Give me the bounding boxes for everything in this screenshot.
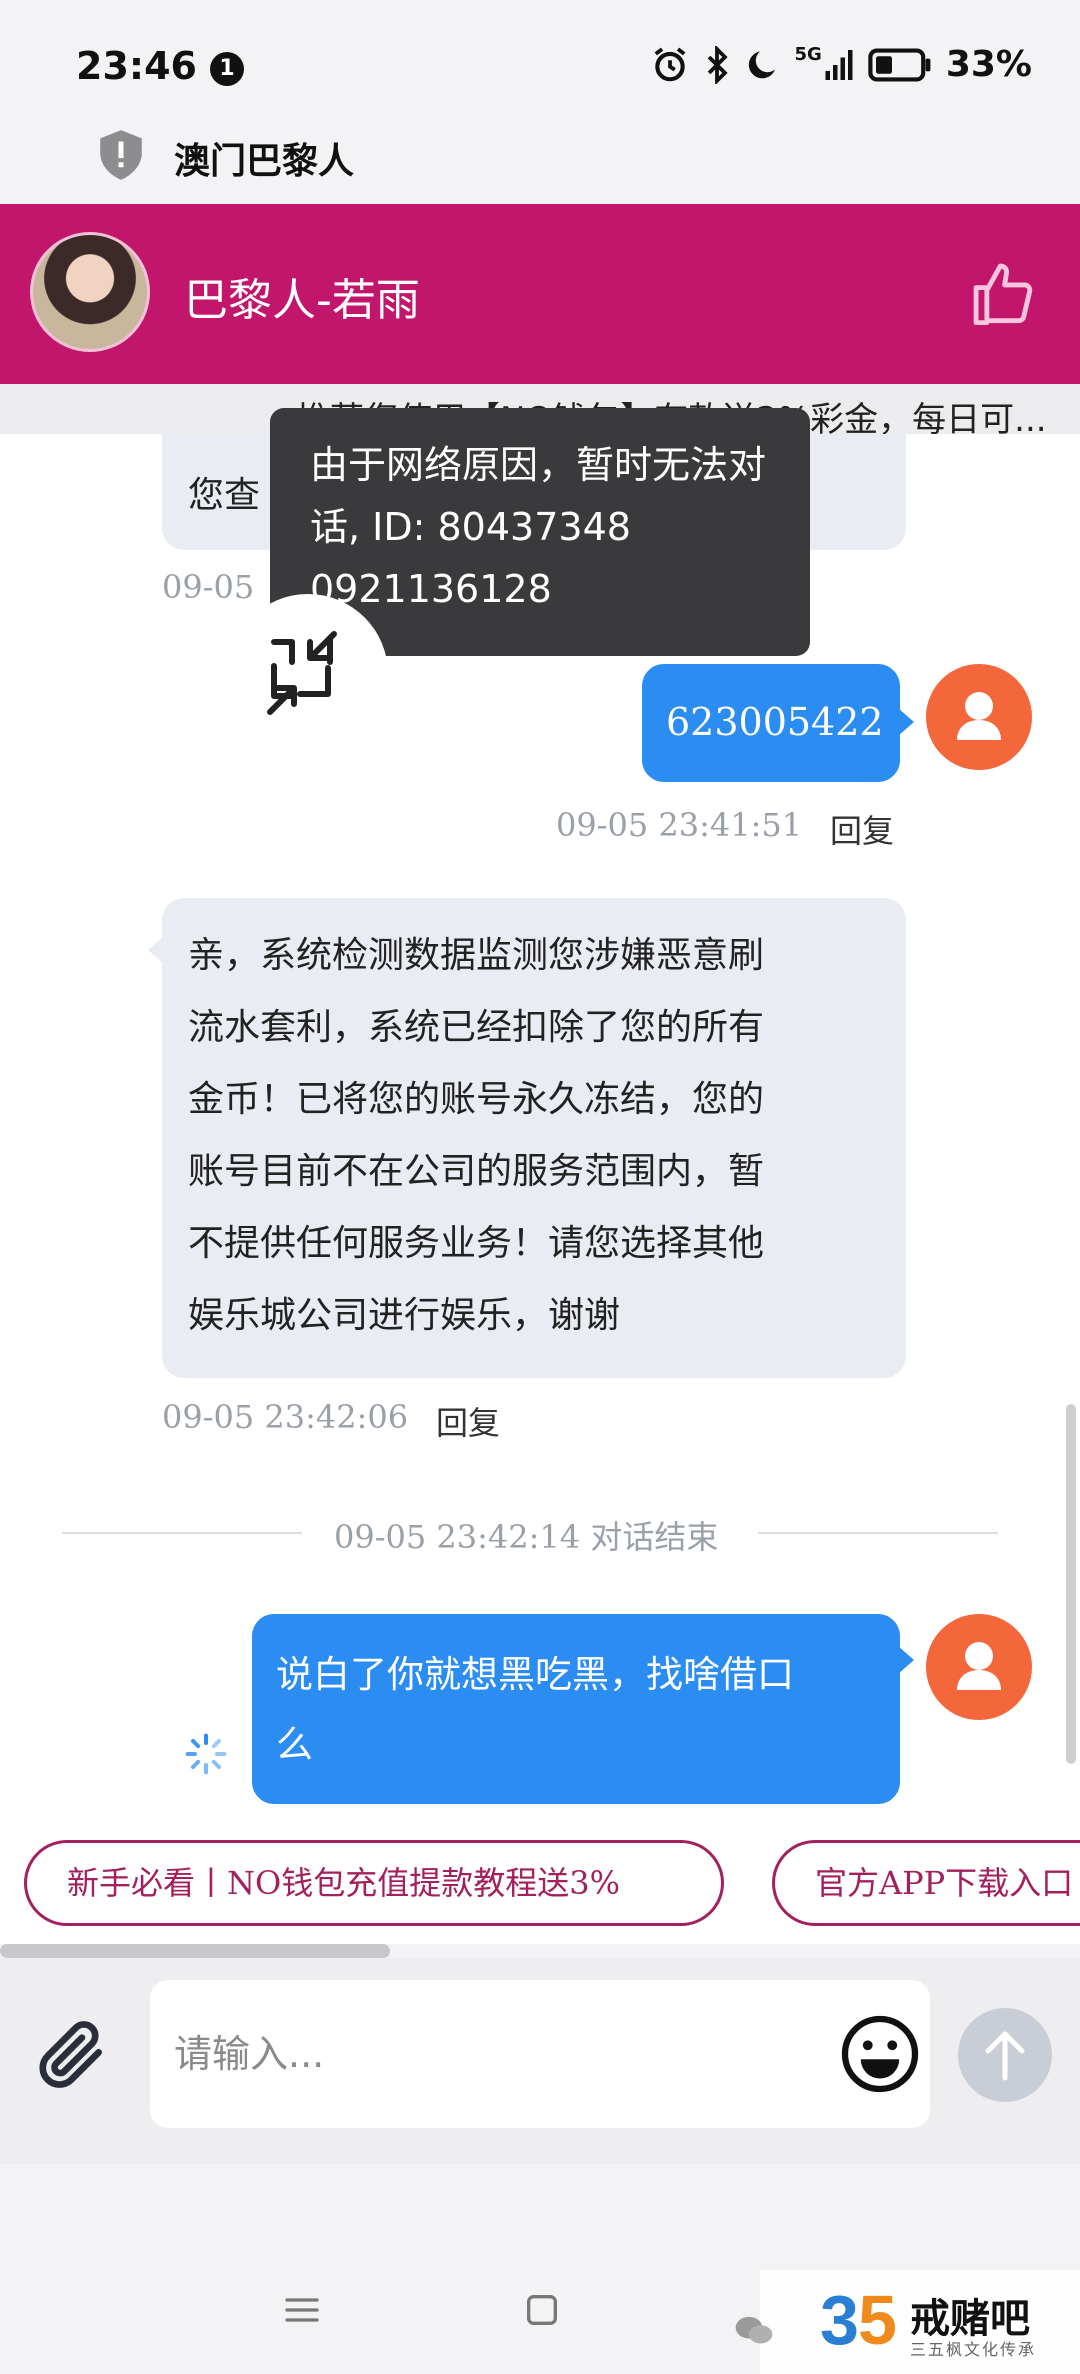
agent-name: 巴黎人-若雨 [184,275,420,326]
quick-link-app-download[interactable]: 官方APP下载入口 [772,1840,1080,1926]
message-text: 623005422 [666,700,884,744]
status-time: 23:46 [76,44,197,88]
message-line: 不提供任何服务业务！请您选择其他 [188,1223,765,1264]
menu-icon[interactable] [282,2290,322,2334]
user-message: 说白了你就想黑吃黑，找啥借口 么 [252,1614,900,1804]
user-avatar[interactable] [926,1614,1032,1720]
alarm-icon [654,47,685,81]
svg-text:5: 5 [858,2281,897,2358]
quick-link-tutorial[interactable]: 新手必看丨NO钱包充值提款教程送3% [24,1840,724,1926]
message-line: 亲，系统检测数据监测您涉嫌恶意刷 [188,935,765,976]
notification-badge: 1 [210,52,244,86]
message-line: 金币！已将您的账号永久冻结，您的 [188,1079,765,1120]
reply-button[interactable]: 回复 [436,1398,500,1444]
message-text: 亲，系统检测数据监测您涉嫌恶意刷 流水套利，系统已经扣除了您的所有 金币！已将您… [188,920,764,1352]
send-button[interactable] [958,2008,1052,2102]
emoji-icon[interactable] [838,2012,922,2100]
message-line: 么 [276,1723,313,1766]
home-icon[interactable] [522,2290,562,2334]
watermark: 3 5 戒赌吧 三五枫文化传承 [735,2270,1080,2374]
wechat-icon [735,2316,773,2344]
chat-header [0,204,1080,384]
message-line: 账号目前不在公司的服务范围内，暂 [188,1151,765,1192]
status-icons: 5G 33% [651,44,1032,85]
arrow-up-icon [985,2031,1025,2081]
collapse-arrows-icon [267,631,337,715]
message-line: 娱乐城公司进行娱乐，谢谢 [188,1295,621,1336]
bluetooth-icon [707,45,728,84]
bubble-tail [898,708,914,736]
battery-percent: 33% [945,44,1032,85]
message-line: 流水套利，系统已经扣除了您的所有 [188,1007,765,1048]
collapse-button[interactable] [228,594,388,754]
message-text: 您查 [188,475,261,516]
message-time: 09-05 23:41:51 [556,806,803,844]
svg-text:3: 3 [820,2281,859,2358]
logo-35-icon: 3 5 [820,2281,897,2358]
sending-spinner-icon [184,1732,228,1780]
agent-avatar[interactable] [30,232,150,352]
site-title: 澳门巴黎人 [174,141,355,182]
message-time: 09-05 23:42:06 [162,1398,409,1436]
bubble-tail [148,936,164,964]
person-icon [957,692,1001,740]
message-text: 说白了你就想黑吃黑，找啥借口 么 [276,1640,794,1780]
divider-line [62,1532,302,1534]
bubble-tail [898,1646,914,1674]
moon-icon [748,51,775,78]
person-icon [957,1642,1001,1690]
divider-line [758,1532,998,1534]
shield-icon[interactable] [96,128,146,186]
message-line: 说白了你就想黑吃黑，找啥借口 [276,1653,794,1696]
network-label: 5G [794,44,822,65]
battery-icon [868,48,931,81]
user-message: 623005422 [642,664,900,782]
watermark-subtitle: 三五枫文化传承 [910,2340,1037,2359]
quick-links-scrollbar[interactable] [0,1944,390,1958]
conversation-ended-label: 09-05 23:42:14 对话结束 [334,1518,719,1556]
signal-icon [825,49,853,80]
message-input[interactable] [150,1980,930,2128]
user-avatar[interactable] [926,664,1032,770]
thumbs-up-icon[interactable] [970,258,1036,332]
agent-message: 亲，系统检测数据监测您涉嫌恶意刷 流水套利，系统已经扣除了您的所有 金币！已将您… [162,898,906,1378]
quick-link-label: 官方APP下载入口 [815,1864,1074,1902]
paperclip-icon[interactable] [32,2014,112,2098]
chat-scrollbar[interactable] [1066,1404,1076,1764]
reply-button[interactable]: 回复 [830,806,894,852]
